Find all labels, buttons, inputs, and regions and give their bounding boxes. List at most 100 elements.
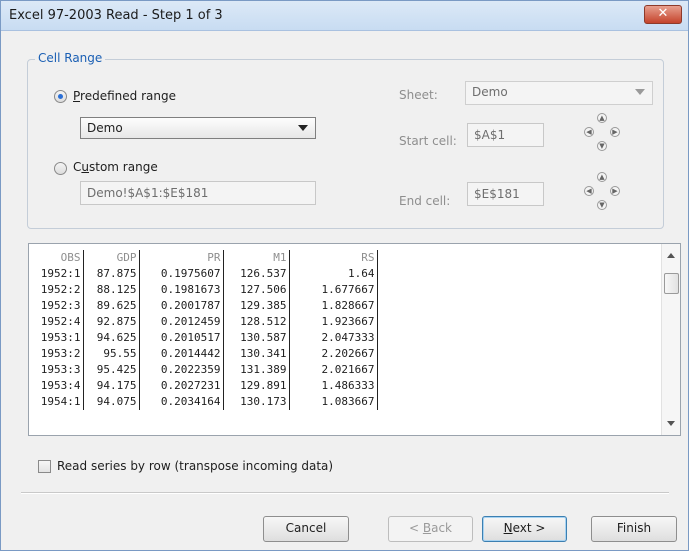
table-cell: 95.425: [83, 362, 140, 378]
nudge-down-icon[interactable]: ▼: [597, 200, 607, 210]
table-row: 1952:1 87.875 0.1975607 126.537 1.64: [35, 266, 378, 282]
table-cell: 2.202667: [289, 346, 378, 362]
predefined-range-value: Demo: [87, 121, 123, 135]
back-button[interactable]: < Back: [388, 516, 473, 542]
table-cell: 88.125: [83, 282, 140, 298]
table-cell: 94.075: [83, 394, 140, 410]
predefined-range-label[interactable]: Predefined range: [73, 89, 176, 103]
sheet-value: Demo: [472, 85, 508, 99]
table-row: 1953:3 95.425 0.2022359 131.389 2.021667: [35, 362, 378, 378]
sheet-label: Sheet:: [399, 88, 438, 102]
custom-range-label[interactable]: Custom range: [73, 160, 158, 174]
transpose-checkbox[interactable]: [38, 460, 51, 473]
table-cell: 1.64: [289, 266, 378, 282]
close-button[interactable]: ✕: [644, 5, 682, 24]
column-header: GDP: [83, 250, 140, 266]
table-cell: 92.875: [83, 314, 140, 330]
table-row: 1953:4 94.175 0.2027231 129.891 1.486333: [35, 378, 378, 394]
table-cell: 0.2014442: [139, 346, 224, 362]
table-cell: 0.2001787: [139, 298, 224, 314]
table-cell: 1952:3: [35, 298, 84, 314]
table-cell: 1.828667: [289, 298, 378, 314]
table-row: 1952:3 89.625 0.2001787 129.385 1.828667: [35, 298, 378, 314]
start-cell-input[interactable]: $A$1: [467, 123, 544, 147]
end-cell-label: End cell:: [399, 194, 451, 208]
data-preview-table: OBS GDP PR M1 RS 1952:1 87.875 0.1975607 126.537…: [35, 250, 378, 410]
column-header: M1: [223, 250, 290, 266]
table-row: 1952:4 92.875 0.2012459 128.512 1.923667: [35, 314, 378, 330]
table-cell: 129.385: [223, 298, 290, 314]
table-row: 1952:2 88.125 0.1981673 127.506 1.677667: [35, 282, 378, 298]
data-preview-grid[interactable]: OBS GDP PR M1 RS 1952:1 87.875 0.1975607 126.537…: [28, 243, 681, 436]
table-cell: 1.923667: [289, 314, 378, 330]
table-cell: 129.891: [223, 378, 290, 394]
table-cell: 1.486333: [289, 378, 378, 394]
cancel-button[interactable]: Cancel: [263, 516, 349, 542]
table-cell: 94.625: [83, 330, 140, 346]
table-cell: 89.625: [83, 298, 140, 314]
start-cell-nudge-control: ▲ ◀ ▶ ▼: [579, 113, 629, 163]
table-cell: 0.2010517: [139, 330, 224, 346]
predefined-range-dropdown[interactable]: Demo: [80, 117, 316, 139]
window-title: Excel 97-2003 Read - Step 1 of 3: [9, 8, 223, 23]
table-cell: 126.537: [223, 266, 290, 282]
column-header: RS: [289, 250, 378, 266]
start-cell-label: Start cell:: [399, 134, 457, 148]
table-cell: 2.047333: [289, 330, 378, 346]
table-cell: 94.175: [83, 378, 140, 394]
table-cell: 1952:2: [35, 282, 84, 298]
table-cell: 1953:4: [35, 378, 84, 394]
next-button[interactable]: Next >: [482, 516, 567, 542]
finish-button[interactable]: Finish: [591, 516, 677, 542]
title-bar: Excel 97-2003 Read - Step 1 of 3 ✕: [1, 1, 688, 31]
sheet-dropdown[interactable]: Demo: [465, 81, 653, 105]
nudge-left-icon[interactable]: ◀: [584, 186, 594, 196]
table-cell: 0.1975607: [139, 266, 224, 282]
custom-range-input[interactable]: Demo!$A$1:$E$181: [80, 181, 316, 205]
transpose-label[interactable]: Read series by row (transpose incoming d…: [57, 459, 333, 473]
scroll-up-icon[interactable]: [667, 253, 675, 258]
table-cell: 0.1981673: [139, 282, 224, 298]
table-cell: 0.2012459: [139, 314, 224, 330]
table-cell: 0.2034164: [139, 394, 224, 410]
column-header: PR: [139, 250, 224, 266]
nudge-right-icon[interactable]: ▶: [610, 127, 620, 137]
nudge-left-icon[interactable]: ◀: [584, 127, 594, 137]
table-cell: 1952:1: [35, 266, 84, 282]
end-cell-input[interactable]: $E$181: [467, 182, 544, 206]
table-cell: 1.677667: [289, 282, 378, 298]
table-cell: 2.021667: [289, 362, 378, 378]
table-row: 1953:1 94.625 0.2010517 130.587 2.047333: [35, 330, 378, 346]
predefined-range-radio[interactable]: [54, 90, 67, 103]
table-cell: 1953:3: [35, 362, 84, 378]
table-cell: 0.2027231: [139, 378, 224, 394]
table-cell: 127.506: [223, 282, 290, 298]
column-header: OBS: [35, 250, 84, 266]
end-cell-nudge-control: ▲ ◀ ▶ ▼: [579, 172, 629, 222]
dialog-window: Excel 97-2003 Read - Step 1 of 3 ✕ Cell …: [0, 0, 689, 551]
table-header-row: OBS GDP PR M1 RS: [35, 250, 378, 266]
table-row: 1953:2 95.55 0.2014442 130.341 2.202667: [35, 346, 378, 362]
table-cell: 0.2022359: [139, 362, 224, 378]
chevron-down-icon: [298, 125, 308, 131]
table-cell: 95.55: [83, 346, 140, 362]
table-cell: 131.389: [223, 362, 290, 378]
scroll-thumb[interactable]: [664, 273, 679, 294]
nudge-down-icon[interactable]: ▼: [597, 141, 607, 151]
table-cell: 1954:1: [35, 394, 84, 410]
table-cell: 1953:1: [35, 330, 84, 346]
table-cell: 1953:2: [35, 346, 84, 362]
nudge-right-icon[interactable]: ▶: [610, 186, 620, 196]
vertical-scrollbar[interactable]: [661, 244, 680, 435]
cell-range-group-label: Cell Range: [35, 51, 106, 65]
table-row: 1954:1 94.075 0.2034164 130.173 1.083667: [35, 394, 378, 410]
table-cell: 130.587: [223, 330, 290, 346]
custom-range-radio[interactable]: [54, 162, 67, 175]
scroll-down-icon[interactable]: [667, 421, 675, 426]
table-cell: 1.083667: [289, 394, 378, 410]
table-cell: 128.512: [223, 314, 290, 330]
nudge-up-icon[interactable]: ▲: [597, 172, 607, 182]
nudge-up-icon[interactable]: ▲: [597, 113, 607, 123]
table-cell: 130.173: [223, 394, 290, 410]
chevron-down-icon: [635, 89, 645, 95]
